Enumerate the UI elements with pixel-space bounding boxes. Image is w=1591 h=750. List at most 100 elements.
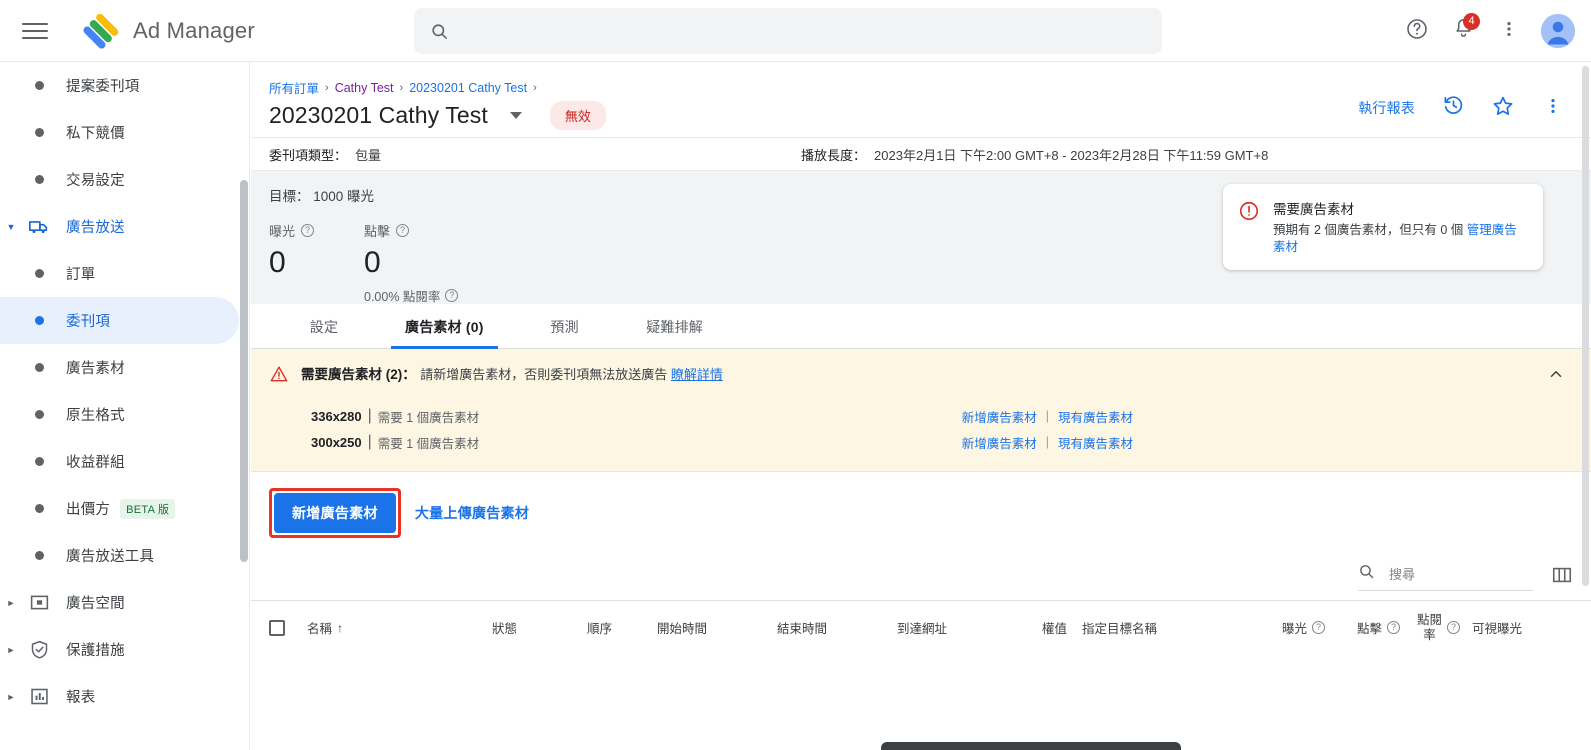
dot-icon bbox=[22, 410, 56, 419]
sidebar-item-7[interactable]: 廣告素材 bbox=[0, 344, 239, 391]
tab-3[interactable]: 預測 bbox=[510, 304, 620, 349]
column-header-9[interactable]: 曝光? bbox=[1282, 618, 1357, 637]
help-circle-icon[interactable]: ? bbox=[1387, 621, 1401, 634]
table-search-box[interactable] bbox=[1358, 563, 1533, 591]
add-creative-link[interactable]: 新增廣告素材 bbox=[962, 433, 1037, 452]
chevron-right-icon[interactable]: ► bbox=[0, 598, 22, 608]
sidebar-item-12[interactable]: ► 廣告空間 bbox=[0, 579, 239, 626]
existing-creative-link[interactable]: 現有廣告素材 bbox=[1058, 407, 1133, 426]
column-header-5[interactable]: 結束時間 bbox=[777, 618, 897, 637]
dot-icon bbox=[22, 128, 56, 137]
sidebar-item-11[interactable]: 廣告放送工具 bbox=[0, 532, 239, 579]
link-separator: | bbox=[1045, 409, 1049, 423]
sidebar-item-5[interactable]: 訂單 bbox=[0, 250, 239, 297]
help-circle-icon[interactable]: ? bbox=[1447, 621, 1461, 634]
title-dropdown-caret-icon[interactable] bbox=[509, 112, 522, 119]
sidebar-item-4[interactable]: ▼ 廣告放送 bbox=[0, 203, 239, 250]
main-scrollbar[interactable] bbox=[1582, 66, 1589, 586]
chevron-right-icon[interactable]: ► bbox=[0, 692, 22, 702]
chevron-down-icon[interactable]: ▼ bbox=[0, 222, 22, 232]
add-creative-link[interactable]: 新增廣告素材 bbox=[962, 407, 1037, 426]
history-button[interactable] bbox=[1433, 88, 1473, 128]
breadcrumb-link-3[interactable]: 20230201 Cathy Test bbox=[409, 81, 527, 95]
creative-row-links: 新增廣告素材 | 現有廣告素材 bbox=[962, 433, 1573, 452]
column-header-12[interactable]: 可視曝光 bbox=[1472, 618, 1542, 637]
top-bar-actions: 4 bbox=[1397, 0, 1575, 62]
sidebar-item-9[interactable]: 收益群組 bbox=[0, 438, 239, 485]
sidebar-item-3[interactable]: 交易設定 bbox=[0, 156, 239, 203]
columns-icon[interactable] bbox=[1551, 564, 1573, 591]
search-icon bbox=[1358, 563, 1375, 585]
notifications-button[interactable]: 4 bbox=[1443, 11, 1483, 51]
column-header-4[interactable]: 開始時間 bbox=[657, 618, 777, 637]
help-circle-icon[interactable]: ? bbox=[396, 224, 410, 237]
brand[interactable]: Ad Manager bbox=[83, 13, 255, 49]
breadcrumb-link-2[interactable]: Cathy Test bbox=[335, 81, 394, 95]
page-header: 所有訂單 › Cathy Test › 20230201 Cathy Test › 202… bbox=[251, 62, 1591, 137]
existing-creative-link[interactable]: 現有廣告素材 bbox=[1058, 433, 1133, 452]
sidebar-item-6[interactable]: 委刊項 bbox=[0, 297, 239, 344]
sidebar-scrollbar[interactable] bbox=[240, 180, 248, 562]
global-search-box[interactable] bbox=[414, 8, 1162, 54]
duration-label: 播放長度： bbox=[801, 147, 867, 163]
more-options-button[interactable] bbox=[1489, 11, 1529, 51]
avatar[interactable] bbox=[1541, 14, 1575, 48]
run-report-button[interactable]: 執行報表 bbox=[1350, 92, 1423, 124]
column-header-1[interactable]: 名稱 ↑ bbox=[307, 618, 492, 637]
learn-more-link[interactable]: 瞭解詳情 bbox=[671, 367, 723, 382]
help-circle-icon[interactable]: ? bbox=[445, 289, 459, 302]
breadcrumb-link-1[interactable]: 所有訂單 bbox=[269, 78, 319, 97]
sidebar-item-10[interactable]: 出價方 BETA 版 bbox=[0, 485, 239, 532]
global-search-input[interactable] bbox=[461, 21, 1146, 41]
breadcrumb-separator: › bbox=[533, 81, 537, 94]
creative-size-row: 300x250 | 需要 1 個廣告素材 新增廣告素材 | 現有廣告素材 bbox=[269, 429, 1573, 455]
column-header-3[interactable]: 順序 bbox=[587, 618, 657, 637]
banner-collapse-button[interactable] bbox=[1543, 363, 1569, 389]
page-more-options-button[interactable] bbox=[1533, 88, 1573, 128]
dot-icon bbox=[22, 81, 56, 90]
column-header-2[interactable]: 狀態 bbox=[492, 618, 587, 637]
sidebar-item-14[interactable]: ► 報表 bbox=[0, 673, 239, 720]
top-app-bar: Ad Manager 4 bbox=[0, 0, 1591, 62]
sidebar-item-label: 訂單 bbox=[66, 267, 96, 283]
column-header-11[interactable]: 點閱率? bbox=[1417, 613, 1472, 642]
table-search-input[interactable] bbox=[1387, 565, 1533, 583]
creative-need-text: 需要 1 個廣告素材 bbox=[377, 410, 480, 425]
column-header-7[interactable]: 權值 bbox=[1042, 618, 1082, 637]
column-header-10[interactable]: 點擊? bbox=[1357, 618, 1417, 637]
favorite-button[interactable] bbox=[1483, 88, 1523, 128]
hamburger-menu-icon[interactable] bbox=[22, 21, 48, 41]
sidebar-item-8[interactable]: 原生格式 bbox=[0, 391, 239, 438]
new-creative-highlight-box: 新增廣告素材 bbox=[269, 488, 401, 538]
new-creative-button[interactable]: 新增廣告素材 bbox=[274, 493, 396, 533]
bulk-upload-creatives-button[interactable]: 大量上傳廣告素材 bbox=[415, 503, 529, 523]
stat-impressions-value: 0 bbox=[269, 246, 286, 279]
table-toolbar bbox=[251, 554, 1591, 600]
sidebar-item-1[interactable]: 提案委刊項 bbox=[0, 62, 239, 109]
help-button[interactable] bbox=[1397, 11, 1437, 51]
creatives-required-banner: 需要廣告素材 (2)： 請新增廣告素材，否則委刊項無法放送廣告 瞭解詳情 336… bbox=[251, 349, 1591, 472]
star-outline-icon bbox=[1491, 94, 1515, 123]
sidebar-item-2[interactable]: 私下競價 bbox=[0, 109, 239, 156]
tab-1[interactable]: 設定 bbox=[269, 304, 379, 349]
sidebar-item-label: 私下競價 bbox=[66, 126, 125, 142]
tab-2[interactable]: 廣告素材 (0) bbox=[379, 304, 510, 349]
sidebar-nav: 提案委刊項私下競價交易設定 ▼ 廣告放送訂單委刊項 廣告素材 原生格式 收益群組出價方 BE… bbox=[0, 62, 250, 750]
beta-badge: BETA 版 bbox=[120, 498, 176, 519]
help-circle-icon[interactable]: ? bbox=[301, 224, 315, 237]
tab-4[interactable]: 疑難排解 bbox=[620, 304, 730, 349]
sidebar-item-label: 出價方 bbox=[66, 502, 111, 518]
help-circle-icon[interactable]: ? bbox=[1312, 621, 1326, 634]
banner-size-rows: 336x280 | 需要 1 個廣告素材 新增廣告素材 | 現有廣告素材 300x250 | 需… bbox=[269, 403, 1573, 455]
main-content: 所有訂單 › Cathy Test › 20230201 Cathy Test › 202… bbox=[251, 62, 1591, 750]
sidebar-item-13[interactable]: ► 保護措施 bbox=[0, 626, 239, 673]
select-all-checkbox[interactable] bbox=[269, 619, 285, 636]
dot-icon bbox=[22, 269, 56, 278]
sort-ascending-icon[interactable]: ↑ bbox=[337, 621, 343, 635]
column-header-8[interactable]: 指定目標名稱 bbox=[1082, 618, 1282, 637]
stat-impressions-label-wrap: 曝光 ? bbox=[269, 221, 364, 240]
stats-panel: 目標： 1000 曝光 曝光 ? 0 點擊 ? 0 0.00% 點閱率 ? 需要… bbox=[251, 171, 1591, 304]
column-header-6[interactable]: 到達網址 bbox=[897, 618, 1042, 637]
chevron-right-icon[interactable]: ► bbox=[0, 645, 22, 655]
more-vert-icon bbox=[1499, 19, 1519, 44]
